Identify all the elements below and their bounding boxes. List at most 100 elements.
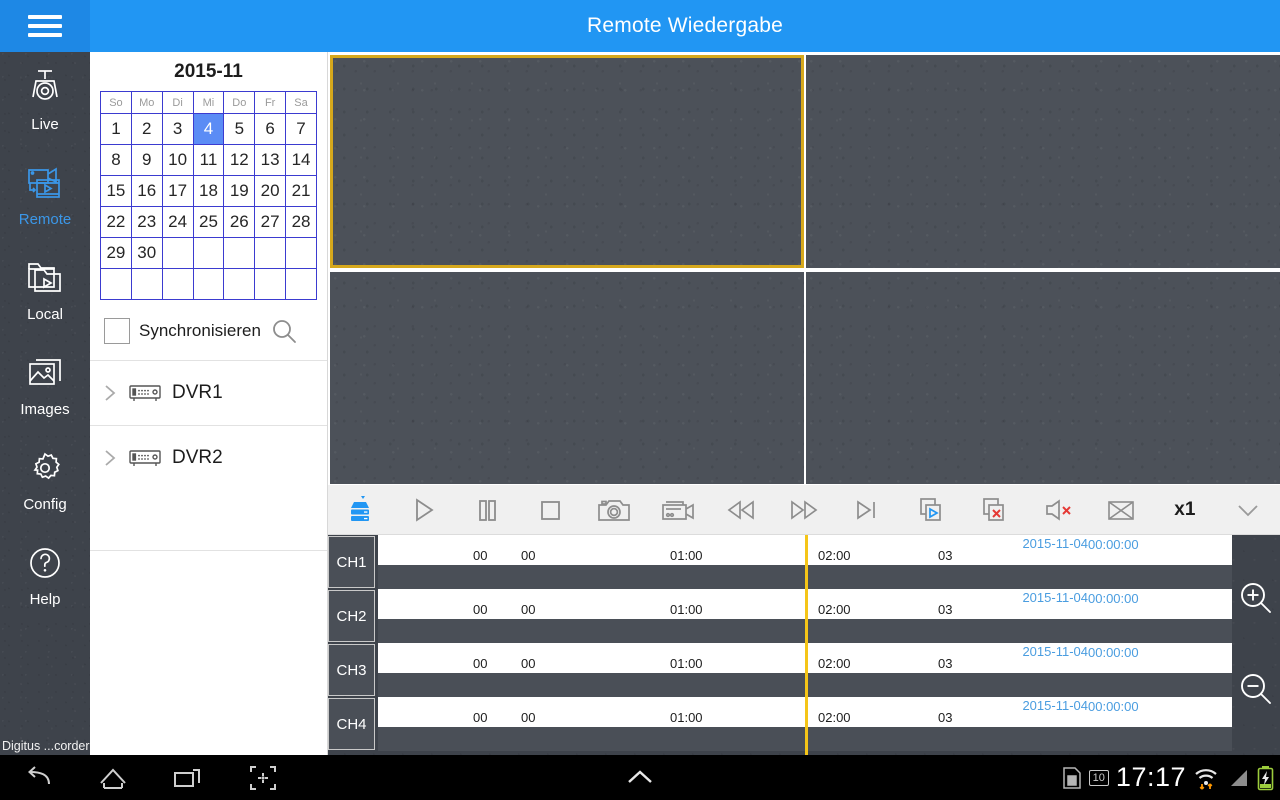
- calendar-day[interactable]: 15: [100, 175, 132, 207]
- search-icon[interactable]: [270, 317, 298, 345]
- sidebar-item-config[interactable]: Config: [0, 432, 90, 527]
- timeline-time-label: 00:00:00: [1088, 645, 1139, 660]
- calendar-day[interactable]: 16: [130, 175, 163, 207]
- calendar-day[interactable]: 6: [254, 113, 287, 145]
- calendar-day[interactable]: 17: [161, 175, 194, 207]
- video-pane-4[interactable]: [806, 272, 1280, 484]
- sync-checkbox[interactable]: [104, 318, 130, 344]
- collapse-button[interactable]: [1217, 485, 1280, 535]
- timeline-tick-label: 02:00: [818, 656, 851, 671]
- device-row-dvr2[interactable]: DVR2: [90, 425, 327, 490]
- calendar-day[interactable]: 24: [161, 206, 194, 238]
- rewind-button[interactable]: [709, 485, 772, 535]
- calendar-day-empty: [254, 268, 287, 300]
- channel-badge: CH2: [328, 590, 375, 642]
- timeline-tick-label: 00: [473, 710, 488, 725]
- chevron-right-icon[interactable]: [102, 382, 118, 404]
- calendar-day[interactable]: 18: [192, 175, 225, 207]
- calendar-body[interactable]: 1 2 3 4 5 6 7 8 9 10 11 12 13 14 15 16 17 18 19 20 21 22 23 24 2…: [100, 113, 317, 300]
- calendar-day[interactable]: 8: [100, 144, 132, 176]
- calendar-day[interactable]: 1: [100, 113, 132, 145]
- timeline-date-label: 2015-11-04 00:00:00: [1022, 536, 1139, 552]
- fullscreen-button[interactable]: [1090, 485, 1153, 535]
- calendar-day[interactable]: 11: [192, 144, 225, 176]
- record-button[interactable]: [645, 485, 708, 535]
- camera-dome-icon: [24, 67, 66, 109]
- calendar-day[interactable]: 5: [223, 113, 256, 145]
- speed-button[interactable]: x1: [1153, 485, 1216, 535]
- pause-icon: [478, 499, 496, 521]
- app-root: Remote Wiedergabe Live Remote Local Imag…: [0, 0, 1280, 800]
- device-stack-button[interactable]: [328, 485, 391, 535]
- pause-button[interactable]: [455, 485, 518, 535]
- back-arrow-icon: [28, 766, 50, 785]
- timeline-row[interactable]: CH3 2015-11-04 00:00:00 00 00 01:00 02:00 03: [328, 643, 1280, 697]
- expand-button[interactable]: [623, 761, 657, 795]
- timeline-tick-label: 00: [473, 548, 488, 563]
- calendar-day[interactable]: 22: [100, 206, 132, 238]
- calendar-day[interactable]: 3: [161, 113, 194, 145]
- timeline-row[interactable]: CH2 2015-11-04 00:00:00 00 00 01:00 02:00 03: [328, 589, 1280, 643]
- calendar-month-title: 2015-11: [174, 61, 243, 82]
- play-icon: [416, 497, 434, 522]
- calendar-day[interactable]: 19: [223, 175, 256, 207]
- play-all-button[interactable]: [899, 485, 962, 535]
- timeline[interactable]: CH1 2015-11-04 00:00:00 00 00 01:00 02:00 03 CH2…: [328, 535, 1280, 755]
- calendar-day[interactable]: 21: [285, 175, 317, 207]
- timeline-playhead[interactable]: [805, 535, 808, 755]
- calendar-day[interactable]: 10: [161, 144, 194, 176]
- calendar-day[interactable]: 20: [254, 175, 287, 207]
- video-pane-1[interactable]: [330, 55, 804, 268]
- calendar-day[interactable]: 2: [130, 113, 163, 145]
- timeline-time-label: 00:00:00: [1088, 537, 1139, 552]
- calendar-day[interactable]: 13: [254, 144, 287, 176]
- stop-button[interactable]: [518, 485, 581, 535]
- calendar-day[interactable]: 12: [223, 144, 256, 176]
- zoom-in-button[interactable]: [1236, 578, 1276, 618]
- calendar-day[interactable]: 29: [100, 237, 132, 269]
- dvr-icon: [128, 447, 162, 469]
- calendar-day[interactable]: 28: [285, 206, 317, 238]
- sidebar-item-live[interactable]: Live: [0, 52, 90, 147]
- timeline-rows[interactable]: CH1 2015-11-04 00:00:00 00 00 01:00 02:00 03 CH2…: [328, 535, 1280, 751]
- sidebar-item-remote[interactable]: Remote: [0, 147, 90, 242]
- timeline-row[interactable]: CH4 2015-11-04 00:00:00 00 00 01:00 02:00 03: [328, 697, 1280, 751]
- play-button[interactable]: [391, 485, 454, 535]
- sidebar-item-images[interactable]: Images: [0, 337, 90, 432]
- calendar-day[interactable]: 26: [223, 206, 256, 238]
- calendar-grid[interactable]: So Mo Di Mi Do Fr Sa 1 2 3 4 5 6 7 8 9 10 11 12 13 14 15 16 17…: [100, 91, 317, 300]
- wifi-icon: [1193, 765, 1219, 791]
- calendar-week-row: 15 16 17 18 19 20 21: [100, 175, 317, 207]
- sidebar-item-label: Local: [27, 305, 63, 323]
- close-all-button[interactable]: [963, 485, 1026, 535]
- calendar-weekday: Mo: [130, 91, 163, 114]
- calendar-day[interactable]: 14: [285, 144, 317, 176]
- calendar-day-selected[interactable]: 4: [192, 113, 225, 145]
- chevron-right-icon[interactable]: [102, 447, 118, 469]
- screenshot-button[interactable]: [246, 761, 280, 795]
- timeline-row[interactable]: CH1 2015-11-04 00:00:00 00 00 01:00 02:00 03: [328, 535, 1280, 589]
- recents-button[interactable]: [171, 761, 205, 795]
- next-frame-button[interactable]: [836, 485, 899, 535]
- sidebar-item-help[interactable]: Help: [0, 527, 90, 622]
- fast-forward-button[interactable]: [772, 485, 835, 535]
- menu-button[interactable]: [0, 0, 90, 52]
- device-row-dvr1[interactable]: DVR1: [90, 360, 327, 425]
- calendar-day[interactable]: 27: [254, 206, 287, 238]
- channel-badge: CH1: [328, 536, 375, 588]
- mute-button[interactable]: [1026, 485, 1089, 535]
- snapshot-button[interactable]: [582, 485, 645, 535]
- zoom-out-button[interactable]: [1236, 669, 1276, 709]
- video-pane-2[interactable]: [806, 55, 1280, 268]
- timeline-tick-label: 00: [473, 602, 488, 617]
- home-button[interactable]: [96, 761, 130, 795]
- calendar-day[interactable]: 23: [130, 206, 163, 238]
- calendar-day-empty: [285, 268, 317, 300]
- calendar-day[interactable]: 9: [130, 144, 163, 176]
- calendar-day[interactable]: 25: [192, 206, 225, 238]
- calendar-day[interactable]: 30: [130, 237, 163, 269]
- sidebar-item-local[interactable]: Local: [0, 242, 90, 337]
- calendar-day[interactable]: 7: [285, 113, 317, 145]
- back-button[interactable]: [21, 761, 55, 795]
- video-pane-3[interactable]: [330, 272, 804, 484]
